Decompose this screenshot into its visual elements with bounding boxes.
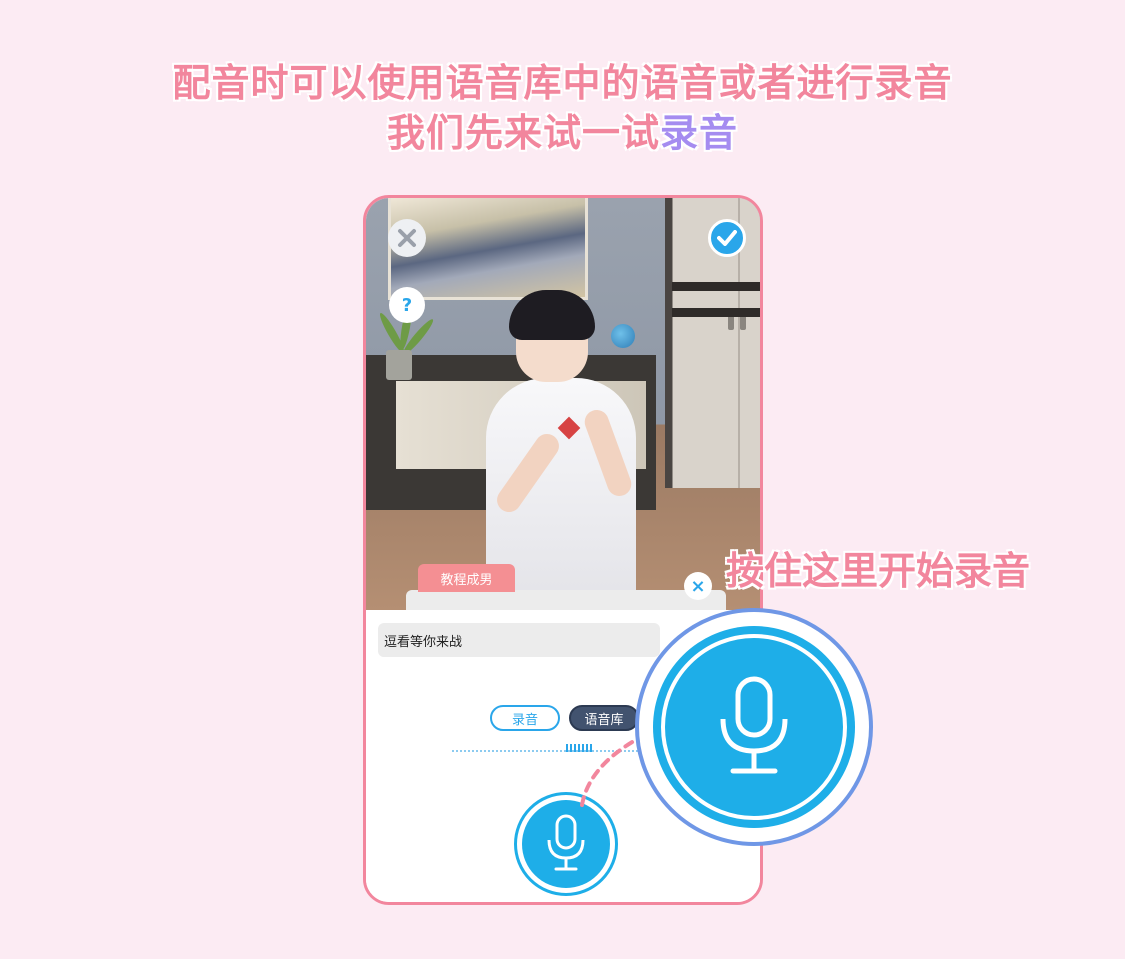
panel-header-strip bbox=[406, 590, 726, 610]
microphone-icon bbox=[522, 800, 610, 888]
script-line[interactable]: 逗看等你来战 bbox=[378, 623, 660, 657]
globe bbox=[611, 324, 635, 348]
headline-line2-accent: 录音 bbox=[660, 111, 739, 155]
door-stripe bbox=[672, 308, 760, 317]
plant-pot bbox=[386, 350, 412, 380]
callout-text: 按住这里开始录音 bbox=[726, 549, 1031, 593]
character-scene: ? bbox=[366, 198, 760, 610]
headline-line1: 配音时可以使用语音库中的语音或者进行录音 bbox=[172, 61, 953, 105]
help-button[interactable]: ? bbox=[389, 287, 425, 323]
panel-close-button[interactable]: × bbox=[684, 572, 712, 600]
headline-line2: 我们先来试一试录音 bbox=[0, 102, 1125, 157]
close-icon[interactable] bbox=[388, 219, 426, 257]
door-stripe bbox=[672, 282, 760, 291]
headline-line2-prefix: 我们先来试一试 bbox=[386, 111, 660, 155]
mic-callout-ring bbox=[653, 626, 855, 828]
tutorial-page: 配音时可以使用语音库中的语音或者进行录音 我们先来试一试录音 ? 教程成男 × … bbox=[0, 0, 1125, 959]
check-icon[interactable] bbox=[708, 219, 746, 257]
role-tab[interactable]: 教程成男 bbox=[418, 564, 515, 592]
record-mic-callout[interactable] bbox=[635, 608, 873, 846]
record-tab-button[interactable]: 录音 bbox=[490, 705, 560, 731]
microphone-icon bbox=[661, 634, 847, 820]
